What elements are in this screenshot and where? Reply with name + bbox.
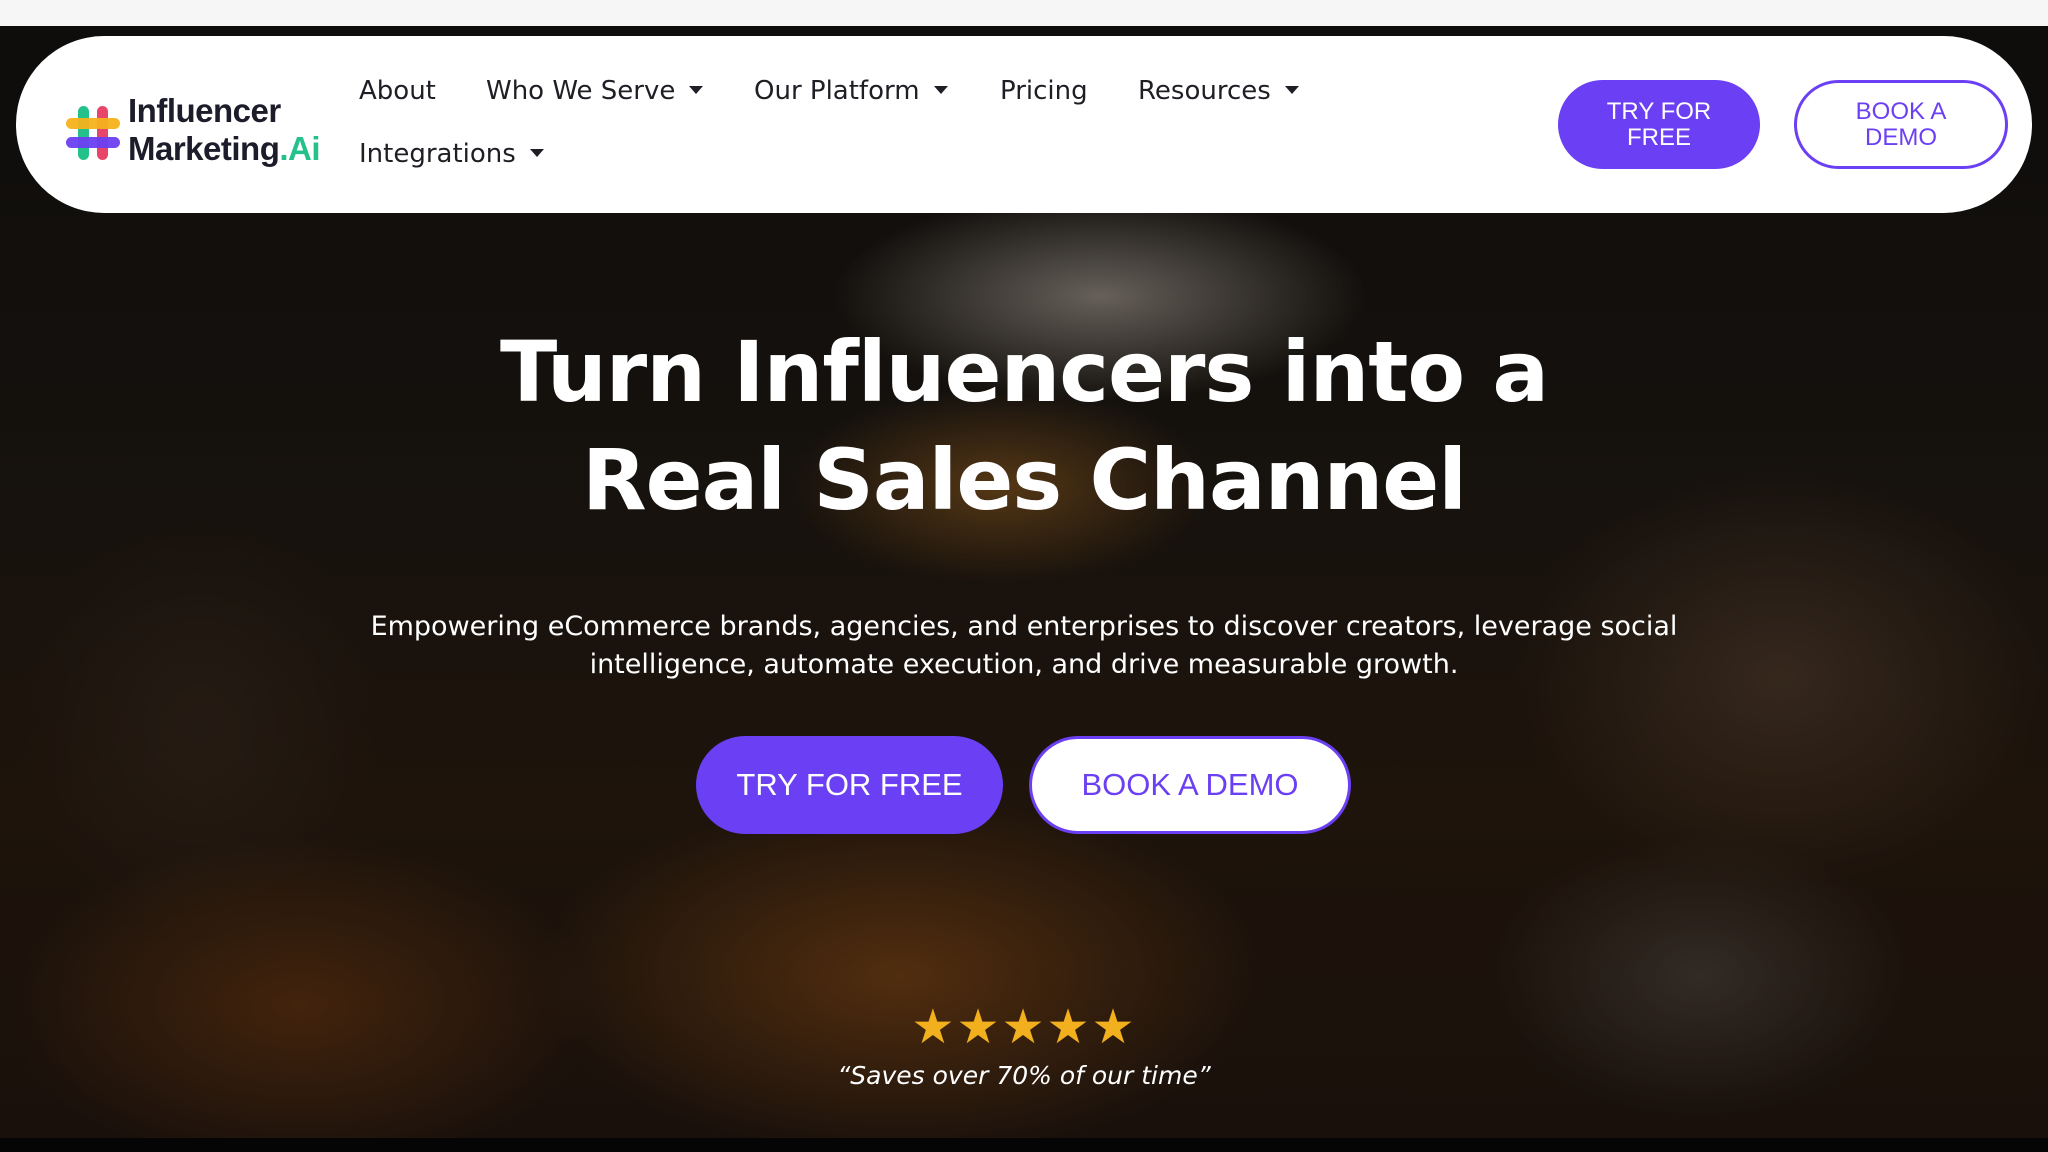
caret-down-icon [689, 85, 704, 94]
bottom-edge [0, 1138, 2048, 1152]
nav-about[interactable]: About [359, 74, 436, 108]
hash-logo-icon [66, 106, 120, 160]
brand-name-line1: Influencer [128, 92, 281, 129]
nav-resources-label: Resources [1138, 76, 1271, 106]
hero-headline-line1: Turn Influencers into a [499, 323, 1549, 421]
nav-integrations[interactable]: Integrations [359, 137, 544, 171]
nav-our-platform-label: Our Platform [754, 76, 920, 106]
caret-down-icon [1284, 85, 1299, 94]
caret-down-icon [529, 148, 544, 157]
brand-logo[interactable]: Influencer Marketing.Ai [52, 92, 352, 172]
caret-down-icon [933, 85, 948, 94]
nav-pricing-label: Pricing [1000, 76, 1088, 106]
try-for-free-button[interactable]: TRY FOR FREE [696, 736, 1003, 834]
brand-name: Influencer Marketing.Ai [128, 92, 321, 168]
nav-integrations-label: Integrations [359, 139, 516, 169]
hero-headline: Turn Influencers into a Real Sales Chann… [274, 318, 1774, 534]
nav-resources[interactable]: Resources [1138, 74, 1299, 108]
site-header: Influencer Marketing.Ai About Who We Ser… [16, 36, 2032, 213]
hero-subtext-line1: Empowering eCommerce brands, agencies, a… [370, 611, 1678, 642]
testimonial-quote: “Saves over 70% of our time” [837, 1061, 1211, 1090]
browser-top-strip [0, 0, 2048, 26]
five-star-rating-icon: ★★★★★ [911, 999, 1137, 1055]
try-nav-line2: FREE [1626, 123, 1691, 151]
nav-who-we-serve[interactable]: Who We Serve [486, 74, 704, 108]
nav-about-label: About [359, 76, 436, 106]
brand-name-line2: Marketing [128, 130, 280, 167]
book-a-demo-button[interactable]: BOOK A DEMO [1029, 736, 1351, 834]
hero-subtext: Empowering eCommerce brands, agencies, a… [324, 608, 1724, 684]
book-demo-nav-button[interactable]: BOOK A DEMO [1794, 80, 2008, 169]
brand-name-suffix: .Ai [279, 130, 321, 167]
nav-pricing[interactable]: Pricing [1000, 74, 1088, 108]
nav-who-we-serve-label: Who We Serve [486, 76, 676, 106]
try-for-free-nav-button[interactable]: TRY FOR FREE [1558, 80, 1760, 169]
demo-nav-line2: DEMO [1864, 123, 1937, 151]
nav-our-platform[interactable]: Our Platform [754, 74, 948, 108]
demo-nav-line1: BOOK A [1855, 97, 1947, 125]
hero-subtext-line2: intelligence, automate execution, and dr… [589, 649, 1459, 680]
try-nav-line1: TRY FOR [1606, 97, 1712, 125]
hero-headline-line2: Real Sales Channel [581, 431, 1467, 529]
